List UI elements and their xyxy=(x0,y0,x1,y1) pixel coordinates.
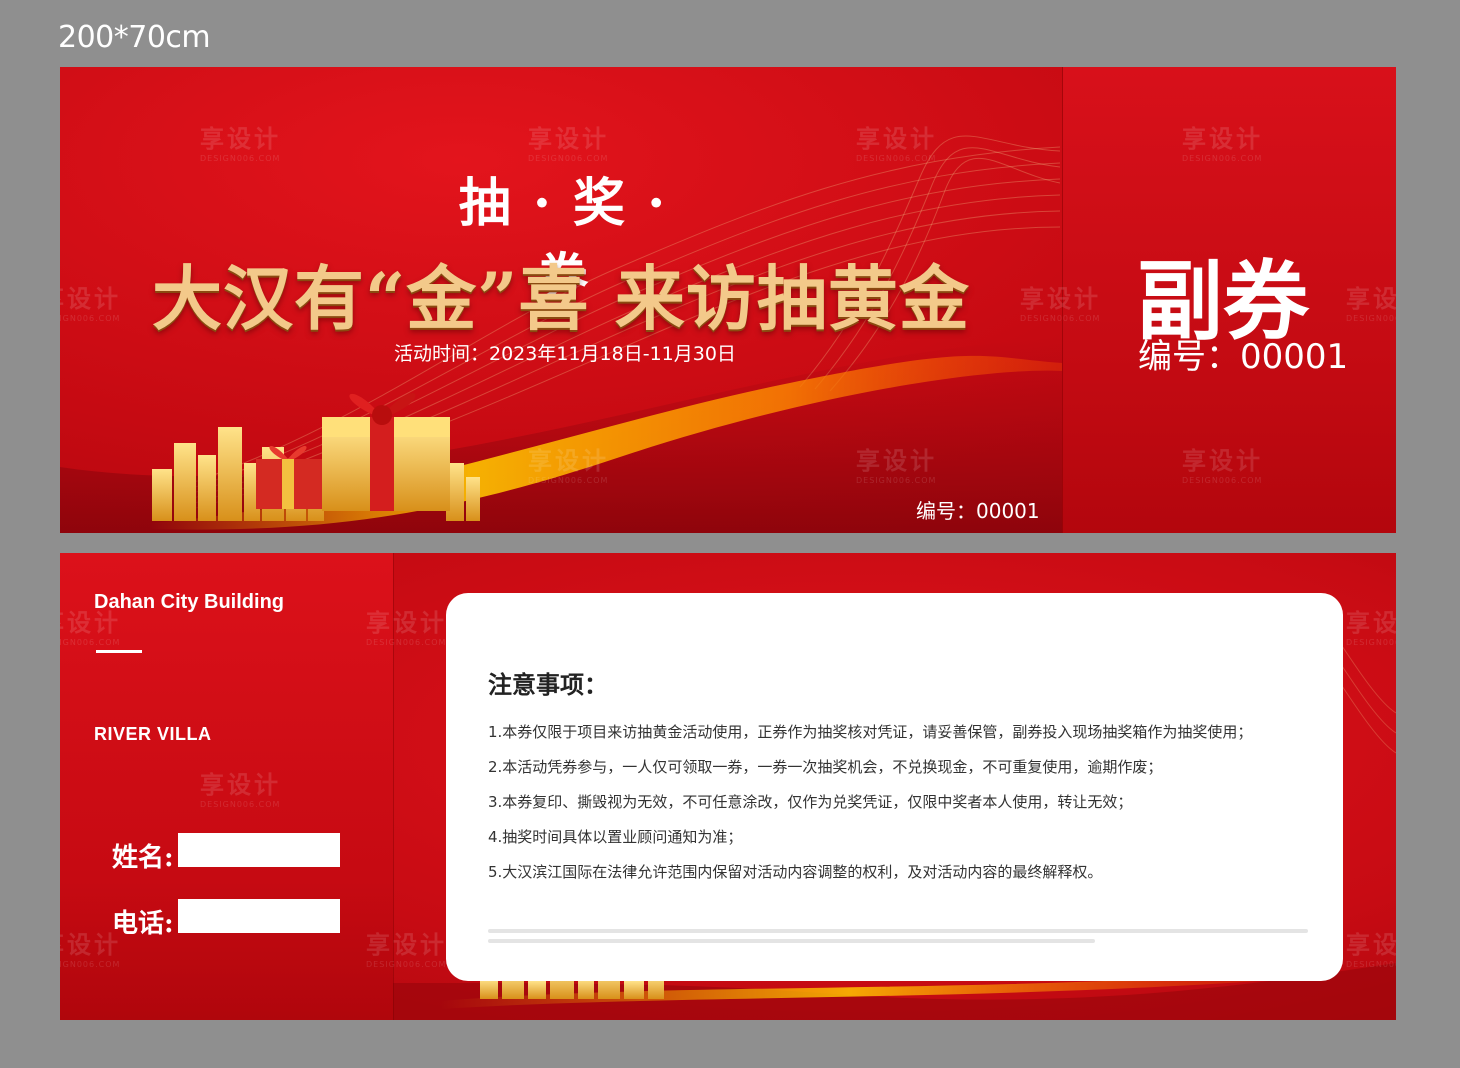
phone-field[interactable] xyxy=(178,899,340,933)
ticket-main-section: 抽 · 奖 · 券 大汉有“金”喜 来访抽黄金 活动时间：2023年11月18日… xyxy=(60,67,1062,533)
notice-item: 5.大汉滨江国际在法律允许范围内保留对活动内容调整的权利，及对活动内容的最终解释… xyxy=(488,863,1103,881)
large-gift-box xyxy=(322,393,450,511)
event-date: 活动时间：2023年11月18日-11月30日 xyxy=(394,343,736,365)
ticket-serial-number: 编号：00001 xyxy=(916,499,1040,523)
ticket-headline: 大汉有“金”喜 来访抽黄金 xyxy=(152,257,970,340)
notice-item: 2.本活动凭券参与，一人仅可领取一券，一券一次抽奖机会，不兑换现金，不可重复使用… xyxy=(488,758,1163,776)
phone-label: 电话: xyxy=(112,909,174,939)
notice-item: 1.本券仅限于项目来访抽黄金活动使用，正券作为抽奖核对凭证，请妥善保管，副券投入… xyxy=(488,723,1253,741)
notice-title: 注意事项： xyxy=(488,670,608,699)
lottery-ticket-front: 抽 · 奖 · 券 大汉有“金”喜 来访抽黄金 活动时间：2023年11月18日… xyxy=(60,67,1396,533)
fine-print-text xyxy=(488,929,1308,957)
size-label: 200*70cm xyxy=(58,20,211,55)
brand-name: Dahan City Building xyxy=(94,591,284,613)
ticket-stub: 副券 编号：00001 xyxy=(1063,67,1396,533)
name-field[interactable] xyxy=(178,833,340,867)
project-name: RIVER VILLA xyxy=(94,724,212,744)
back-perforation-line xyxy=(393,553,394,1020)
notice-list: 1.本券仅限于项目来访抽黄金活动使用，正券作为抽奖核对凭证，请妥善保管，副券投入… xyxy=(488,719,1328,894)
notice-item: 4.抽奖时间具体以置业顾问通知为准； xyxy=(488,828,743,846)
brand-underline xyxy=(96,650,142,653)
lottery-ticket-back: Dahan City Building RIVER VILLA 姓名: 电话: … xyxy=(60,553,1396,1020)
notice-card: 注意事项： 1.本券仅限于项目来访抽黄金活动使用，正券作为抽奖核对凭证，请妥善保… xyxy=(446,593,1343,981)
name-label: 姓名: xyxy=(112,843,174,873)
back-side-panel: Dahan City Building RIVER VILLA 姓名: 电话: xyxy=(60,553,393,1020)
notice-item: 3.本券复印、撕毁视为无效，不可任意涂改，仅作为兑奖凭证，仅限中奖者本人使用，转… xyxy=(488,793,1133,811)
stub-serial-number: 编号：00001 xyxy=(1138,337,1349,377)
